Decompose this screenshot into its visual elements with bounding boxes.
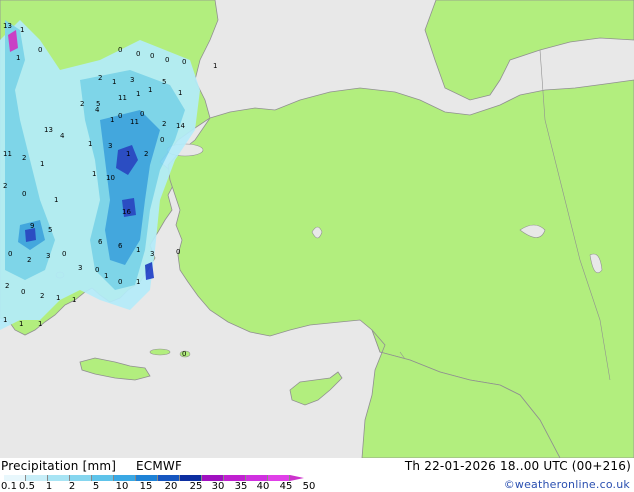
precip-value: 2 — [162, 120, 166, 128]
legend-footer: Precipitation [mm] ECMWF Th 22-01-2026 1… — [0, 458, 634, 492]
precip-value: 1 — [88, 140, 92, 148]
precip-value: 13 — [44, 126, 53, 134]
colorbar-tick-label: 5 — [92, 481, 100, 492]
precip-value: 5 — [48, 226, 52, 234]
precip-value: 4 — [95, 106, 100, 114]
colorbar-tick-label: 2 — [68, 481, 76, 492]
precip-value: 0 — [22, 190, 26, 198]
precip-value: 13 — [3, 22, 12, 30]
colorbar-tick-label: 30 — [211, 481, 225, 492]
forecast-datetime: Th 22-01-2026 18..00 UTC (00+216) — [404, 459, 631, 473]
precipitation-map[interactable]: 13 1 1 0 0 0 0 0 0 1 2 1 3 5 1 1 1 11 5 2 0 0 1 4 11 2 14 13 4 11 2 1 10… — [0, 0, 634, 458]
precip-value: 0 — [182, 350, 186, 358]
precip-value: 3 — [108, 142, 112, 150]
colorbar-tick-label: 0.5 — [19, 481, 35, 492]
precip-value: 0 — [95, 266, 99, 274]
precip-value: 2 — [144, 150, 148, 158]
precip-value: 1 — [126, 150, 130, 158]
colorbar-tick-label: 45 — [279, 481, 293, 492]
precip-value: 0 — [176, 248, 180, 256]
precip-value: 1 — [20, 26, 24, 34]
precip-value: 0 — [136, 50, 140, 58]
precip-value: 1 — [148, 86, 152, 94]
precip-value: 0 — [118, 278, 122, 286]
precip-value: 1 — [136, 246, 140, 254]
precip-value: 0 — [118, 112, 122, 120]
precip-value: 0 — [62, 250, 66, 258]
colorbar-tick-label: 25 — [189, 481, 203, 492]
precip-value: 3 — [46, 252, 50, 260]
precip-value: 14 — [176, 122, 185, 130]
precip-value: 3 — [78, 264, 82, 272]
colorbar-tick-label: 40 — [256, 481, 270, 492]
colorbar-tick-label: 35 — [234, 481, 248, 492]
precip-value: 1 — [40, 160, 44, 168]
precip-value: 1 — [112, 78, 116, 86]
precip-value: 0 — [165, 56, 169, 64]
precip-value: 0 — [182, 58, 186, 66]
map-canvas: 13 110 0 0 0 0 0 12 1 3 511111520 01411 2 1413411 2110… — [0, 0, 634, 458]
precip-value: 11 — [130, 118, 139, 126]
precip-value: 2 — [98, 74, 102, 82]
precip-value: 2 — [27, 256, 31, 264]
precip-value: 0 — [38, 46, 42, 54]
precip-value: 0 — [160, 136, 164, 144]
precip-value: 1 — [16, 54, 20, 62]
precip-value: 11 — [3, 150, 12, 158]
precip-value: 2 — [22, 154, 26, 162]
colorbar-tick-label: 1 — [45, 481, 53, 492]
precip-value: 2 — [80, 100, 84, 108]
precip-value: 1 — [72, 296, 76, 304]
precip-value: 2 — [3, 182, 7, 190]
precip-value: 0 — [21, 288, 25, 296]
colorbar-tick-label: 15 — [139, 481, 153, 492]
colorbar-tick-label: 20 — [164, 481, 178, 492]
precip-value: 3 — [130, 76, 134, 84]
precip-value: 11 — [118, 94, 127, 102]
precip-value: 1 — [136, 278, 140, 286]
precip-value: 9 — [30, 222, 34, 230]
precip-value: 1 — [213, 62, 217, 70]
precip-value: 1 — [3, 316, 7, 324]
colorbar-tick-label: 10 — [115, 481, 129, 492]
precip-value: 2 — [5, 282, 9, 290]
precip-value: 1 — [178, 89, 182, 97]
precip-value: 6 — [98, 238, 103, 246]
precip-value: 1 — [56, 294, 60, 302]
precip-value: 0 — [140, 110, 144, 118]
precip-value: 5 — [162, 78, 166, 86]
precip-value: 2 — [40, 292, 44, 300]
precip-value: 16 — [122, 208, 131, 216]
precip-value: 10 — [106, 174, 115, 182]
precip-value: 0 — [150, 52, 154, 60]
precip-core-2 — [25, 228, 36, 242]
precip-value: 4 — [60, 132, 65, 140]
precip-value: 1 — [19, 320, 23, 328]
colorbar-tick-label: 0.1 — [1, 481, 17, 492]
precip-value: 1 — [92, 170, 96, 178]
precip-value: 1 — [136, 90, 140, 98]
precip-value: 3 — [150, 250, 154, 258]
precip-value: 0 — [118, 46, 122, 54]
precip-value: 1 — [54, 196, 58, 204]
precip-value: 1 — [110, 116, 114, 124]
colorbar-tick-label: 50 — [302, 481, 316, 492]
precip-value: 1 — [104, 272, 108, 280]
precip-value: 1 — [38, 320, 42, 328]
island-small-1 — [149, 348, 171, 356]
precip-value: 0 — [8, 250, 12, 258]
model-name: ECMWF — [136, 459, 183, 473]
credit-link[interactable]: ©weatheronline.co.uk — [504, 478, 630, 491]
legend-title: Precipitation [mm] — [1, 459, 117, 473]
precip-value: 6 — [118, 242, 123, 250]
